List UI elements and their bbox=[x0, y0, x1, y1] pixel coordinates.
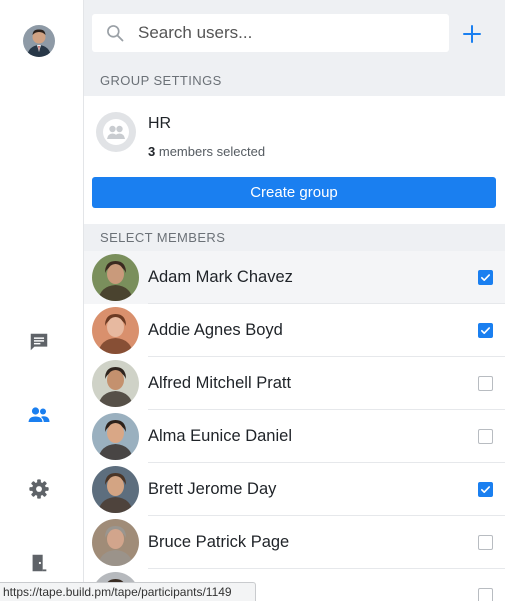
member-name: Brett Jerome Day bbox=[148, 480, 277, 498]
plus-icon[interactable] bbox=[461, 23, 483, 45]
search-input[interactable] bbox=[138, 23, 438, 43]
group-name[interactable]: HR bbox=[148, 115, 171, 133]
user-avatar[interactable] bbox=[23, 25, 55, 57]
navigation-rail bbox=[0, 0, 84, 601]
gear-icon bbox=[29, 479, 49, 499]
member-avatar bbox=[92, 254, 139, 301]
status-bar-url: https://tape.build.pm/tape/participants/… bbox=[0, 582, 256, 601]
group-settings-header: GROUP SETTINGS bbox=[84, 66, 505, 96]
check-icon bbox=[481, 327, 490, 334]
member-avatar bbox=[92, 307, 139, 354]
top-bar bbox=[84, 0, 505, 66]
member-checkbox[interactable] bbox=[478, 270, 493, 285]
member-avatar bbox=[92, 413, 139, 460]
member-checkbox[interactable] bbox=[478, 429, 493, 444]
member-checkbox[interactable] bbox=[478, 482, 493, 497]
member-row[interactable]: Adam Mark Chavez bbox=[84, 251, 505, 304]
search-icon bbox=[92, 23, 138, 43]
member-row[interactable]: Addie Agnes Boyd bbox=[84, 304, 505, 357]
member-checkbox[interactable] bbox=[478, 376, 493, 391]
member-name: Alfred Mitchell Pratt bbox=[148, 374, 292, 392]
member-name: Addie Agnes Boyd bbox=[148, 321, 283, 339]
select-members-header: SELECT MEMBERS bbox=[84, 224, 505, 251]
member-checkbox[interactable] bbox=[478, 535, 493, 550]
selected-count: 3 bbox=[148, 144, 156, 159]
chat-icon bbox=[30, 333, 48, 351]
settings-nav-button[interactable] bbox=[26, 476, 52, 502]
selected-count-text: 3 members selected bbox=[148, 144, 265, 159]
selected-count-suffix: members selected bbox=[158, 144, 266, 159]
member-avatar bbox=[92, 519, 139, 566]
member-row[interactable]: Alma Eunice Daniel bbox=[84, 410, 505, 463]
member-checkbox[interactable] bbox=[478, 323, 493, 338]
member-name: Adam Mark Chavez bbox=[148, 268, 293, 286]
chat-nav-button[interactable] bbox=[26, 329, 52, 355]
exit-door-icon bbox=[32, 554, 47, 572]
member-avatar bbox=[92, 360, 139, 407]
member-checkbox[interactable] bbox=[478, 588, 493, 601]
people-icon bbox=[28, 407, 50, 422]
search-box[interactable] bbox=[92, 14, 449, 52]
member-name: Alma Eunice Daniel bbox=[148, 427, 292, 445]
member-row[interactable]: Brett Jerome Day bbox=[84, 463, 505, 516]
member-row[interactable]: Bruce Patrick Page bbox=[84, 516, 505, 569]
logout-nav-button[interactable] bbox=[26, 550, 52, 576]
check-icon bbox=[481, 274, 490, 281]
create-group-button[interactable]: Create group bbox=[92, 177, 496, 208]
member-name: Bruce Patrick Page bbox=[148, 533, 290, 551]
group-icon bbox=[103, 119, 129, 145]
member-avatar bbox=[92, 466, 139, 513]
member-row[interactable]: Alfred Mitchell Pratt bbox=[84, 357, 505, 410]
check-icon bbox=[481, 486, 490, 493]
member-list: Adam Mark Chavez Addie Agnes Boyd Alfred M… bbox=[84, 251, 505, 601]
group-settings-card: HR 3 members selected Create group bbox=[84, 96, 505, 224]
group-avatar[interactable] bbox=[96, 112, 136, 152]
main-panel: GROUP SETTINGS HR 3 members selected Cre… bbox=[84, 0, 505, 601]
people-nav-button[interactable] bbox=[26, 402, 52, 428]
